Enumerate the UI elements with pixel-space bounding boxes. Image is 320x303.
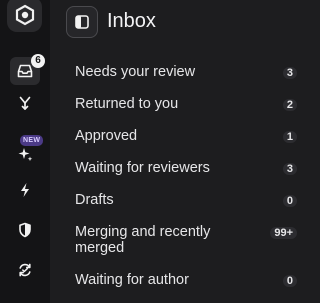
sidebar-toggle-button[interactable] — [66, 6, 98, 38]
shield-icon — [19, 222, 31, 238]
inbox-count-badge: 6 — [31, 54, 45, 68]
inbox-panel: Inbox Needs your review 3 Returned to yo… — [50, 0, 308, 303]
rail-sync-button[interactable] — [10, 256, 40, 284]
sidebar-toggle-icon — [75, 15, 89, 29]
page-title: Inbox — [107, 10, 156, 32]
section-count: 3 — [282, 67, 297, 79]
section-approved[interactable]: Approved 1 — [75, 128, 297, 144]
section-returned-to-you[interactable]: Returned to you 2 — [75, 96, 297, 112]
sparkles-icon — [18, 148, 33, 162]
section-needs-your-review[interactable]: Needs your review 3 — [75, 64, 297, 80]
section-merging-and-recently-merged[interactable]: Merging and recently merged 99+ — [75, 224, 297, 256]
rail-ai-button[interactable] — [10, 140, 40, 168]
section-waiting-for-author[interactable]: Waiting for author 0 — [75, 272, 297, 288]
section-label: Waiting for reviewers — [75, 160, 210, 176]
section-drafts[interactable]: Drafts 0 — [75, 192, 297, 208]
inbox-icon — [17, 64, 33, 78]
merge-icon — [19, 96, 31, 110]
section-waiting-for-reviewers[interactable]: Waiting for reviewers 3 — [75, 160, 297, 176]
rail-bolt-button[interactable] — [10, 176, 40, 204]
section-label: Waiting for author — [75, 272, 189, 288]
rail-security-button[interactable] — [10, 216, 40, 244]
section-count: 2 — [282, 99, 297, 111]
section-count: 1 — [282, 131, 297, 143]
section-label: Approved — [75, 128, 138, 144]
app-window: 6 NEW Inbox Needs your review 3 Returned… — [0, 0, 308, 303]
hexagon-logo-icon — [15, 4, 34, 25]
section-label: Returned to you — [75, 96, 179, 112]
icon-rail: 6 NEW — [0, 0, 50, 303]
section-count: 3 — [282, 163, 297, 175]
inbox-sections: Needs your review 3 Returned to you 2 Ap… — [75, 60, 297, 288]
section-count: 99+ — [270, 227, 297, 239]
bolt-icon — [21, 183, 29, 197]
section-label: Needs your review — [75, 64, 196, 80]
section-label: Drafts — [75, 192, 114, 208]
section-count: 0 — [282, 275, 297, 287]
section-label: Merging and recently merged — [75, 224, 211, 256]
section-count: 0 — [282, 195, 297, 207]
app-logo[interactable] — [7, 0, 42, 32]
rail-merge-button[interactable] — [10, 89, 40, 117]
sync-icon — [19, 263, 31, 277]
